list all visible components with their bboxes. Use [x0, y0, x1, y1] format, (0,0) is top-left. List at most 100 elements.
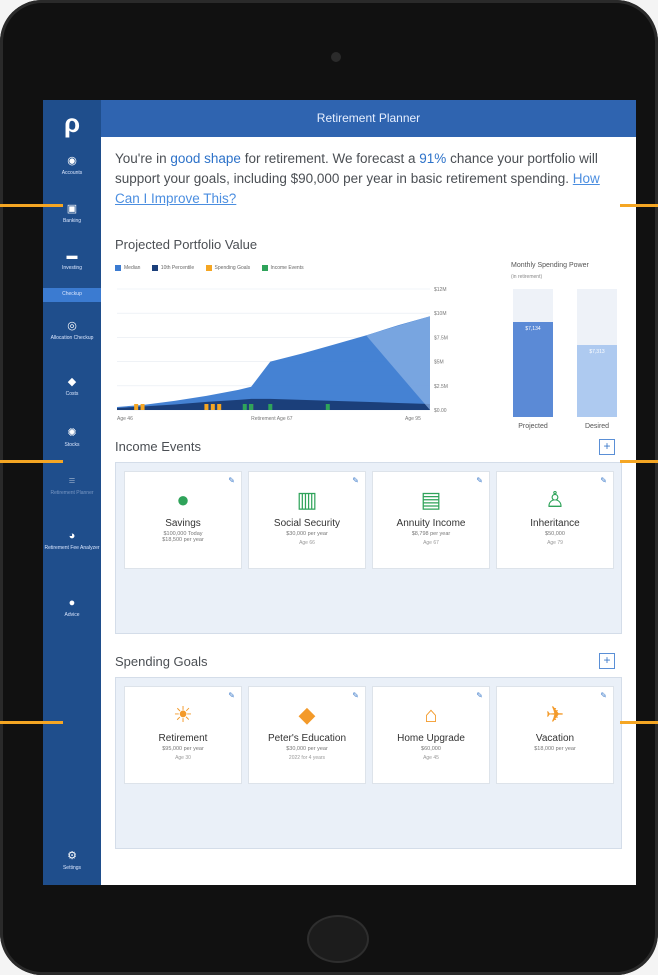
- sidebar-item-costs[interactable]: ◆ Costs: [43, 376, 101, 406]
- income-card-inheritance[interactable]: ✎ ♙ Inheritance $50,000 Age 79: [496, 471, 614, 569]
- add-income-event-button[interactable]: +: [599, 439, 615, 455]
- income-card-annuity[interactable]: ✎ ▤ Annuity Income $8,798 per year Age 6…: [372, 471, 490, 569]
- desired-bar: $7,313: [577, 345, 617, 417]
- callout-pointer: [0, 204, 63, 207]
- income-events-title: Income Events: [115, 439, 201, 454]
- sidebar-item-settings[interactable]: ⚙ Settings: [43, 850, 101, 880]
- tablet-frame: ρ ◉ Accounts ▣ Banking ▬ Investing Check…: [0, 0, 658, 975]
- pie-icon: ◕: [68, 530, 76, 542]
- bank-building-icon: ▥: [296, 487, 318, 512]
- edit-pencil-icon[interactable]: ✎: [600, 691, 607, 700]
- add-spending-goal-button[interactable]: +: [599, 653, 615, 669]
- edit-pencil-icon[interactable]: ✎: [352, 691, 359, 700]
- edit-pencil-icon[interactable]: ✎: [228, 476, 235, 485]
- main-content: You're in good shape for retirement. We …: [101, 137, 636, 885]
- family-icon: ♙: [545, 487, 565, 512]
- sidebar-item-accounts[interactable]: ◉ Accounts: [43, 155, 101, 185]
- edit-pencil-icon[interactable]: ✎: [476, 476, 483, 485]
- callout-pointer: [620, 721, 658, 724]
- projected-value: $7,134: [525, 326, 541, 333]
- goal-card-home-upgrade[interactable]: ✎ ⌂ Home Upgrade $60,000 Age 45: [372, 686, 490, 784]
- callout-pointer: [0, 460, 63, 463]
- income-event-marker: [268, 404, 273, 410]
- cash-icon: ▤: [420, 487, 442, 512]
- income-card-social-security[interactable]: ✎ ▥ Social Security $30,000 per year Age…: [248, 471, 366, 569]
- y-tick-label: $7.5M: [434, 335, 448, 341]
- graduation-cap-icon: ◆: [298, 702, 316, 727]
- portfolio-title: Projected Portfolio Value: [115, 237, 258, 252]
- globe-icon: ✺: [67, 427, 77, 439]
- goal-card-retirement[interactable]: ✎ ☀ Retirement $95,000 per year Age 30: [124, 686, 242, 784]
- edit-pencil-icon[interactable]: ✎: [476, 691, 483, 700]
- desired-value: $7,313: [589, 349, 605, 356]
- sidebar-item-investing[interactable]: ▬ Investing: [43, 250, 101, 280]
- gear-icon: ⚙: [67, 850, 77, 862]
- app-title-bar: Retirement Planner: [101, 100, 636, 137]
- goal-card-vacation[interactable]: ✎ ✈ Vacation $18,000 per year: [496, 686, 614, 784]
- income-event-marker: [325, 404, 330, 410]
- app-screen: ρ ◉ Accounts ▣ Banking ▬ Investing Check…: [43, 100, 636, 885]
- sidebar-item-stocks[interactable]: ✺ Stocks: [43, 427, 101, 457]
- spending-goals-panel: ✎ ☀ Retirement $95,000 per year Age 30 ✎…: [115, 677, 622, 849]
- sidebar-item-retirement-planner[interactable]: ≡ Retirement Planner: [43, 475, 101, 511]
- legend-spending-goals: Spending Goals: [205, 265, 250, 271]
- desired-label: Desired: [584, 423, 610, 430]
- legend-income-events: Income Events: [261, 265, 304, 271]
- desired-bar-track: $7,313: [577, 289, 617, 417]
- bars-icon: ≡: [68, 475, 76, 487]
- folder-icon: ▬: [66, 250, 78, 262]
- callout-pointer: [620, 460, 658, 463]
- edit-pencil-icon[interactable]: ✎: [352, 476, 359, 485]
- callout-pointer: [620, 204, 658, 207]
- spending-goals-title: Spending Goals: [115, 654, 208, 669]
- status-highlight: good shape: [170, 151, 241, 166]
- spending-power-subtitle: (in retirement): [511, 274, 543, 280]
- logo-icon[interactable]: ρ: [57, 108, 87, 138]
- target-icon: ◎: [67, 320, 77, 332]
- sidebar-item-banking[interactable]: ▣ Banking: [43, 203, 101, 233]
- house-icon: ⌂: [424, 702, 438, 727]
- edit-pencil-icon[interactable]: ✎: [228, 691, 235, 700]
- spending-power-title: Monthly Spending Power: [511, 262, 589, 269]
- income-event-marker: [249, 404, 254, 410]
- sidebar-item-checkup[interactable]: Checkup: [43, 288, 101, 302]
- callout-pointer: [0, 721, 63, 724]
- y-tick-label: $5M: [434, 360, 444, 366]
- legend-median: Median: [115, 265, 140, 271]
- camera-icon: [331, 52, 341, 62]
- portfolio-chart: Age 46 Retirement Age 67 Age 95 $12M $10M $7.…: [117, 287, 448, 422]
- legend-10th-percentile: 10th Percentile: [151, 265, 194, 271]
- x-tick-label: Age 95: [405, 416, 421, 422]
- sidebar-item-allocation-checkup[interactable]: ◎ Allocation Checkup: [43, 320, 101, 356]
- x-tick-label: Age 46: [117, 416, 133, 422]
- projected-label: Projected: [518, 423, 548, 430]
- goal-card-education[interactable]: ✎ ◆ Peter's Education $30,000 per year 2…: [248, 686, 366, 784]
- app-title: Retirement Planner: [316, 111, 421, 125]
- forecast-percentage: 91%: [419, 151, 447, 166]
- y-tick-label: $2.5M: [434, 384, 448, 390]
- y-tick-label: $10M: [434, 311, 447, 317]
- home-button[interactable]: [307, 915, 369, 963]
- spending-power-bars: $7,134 Projected $7,313 Desired: [499, 289, 634, 444]
- projected-bar: $7,134: [513, 322, 553, 417]
- spending-goal-marker: [204, 404, 209, 410]
- sidebar-item-advice[interactable]: ● Advice: [43, 597, 101, 627]
- edit-pencil-icon[interactable]: ✎: [600, 476, 607, 485]
- income-event-marker: [242, 404, 247, 410]
- spending-goal-marker: [140, 404, 145, 410]
- y-tick-label: $12M: [434, 287, 447, 293]
- airplane-icon: ✈: [545, 702, 565, 727]
- spending-goal-marker: [217, 404, 222, 410]
- projected-bar-track: $7,134: [513, 289, 553, 417]
- island-icon: ☀: [173, 702, 193, 727]
- income-card-savings[interactable]: ✎ ● Savings $100,000 Today $18,500 per y…: [124, 471, 242, 569]
- y-tick-label: $0.00: [434, 408, 447, 414]
- piggy-bank-icon: ●: [176, 487, 190, 512]
- sidebar: ρ ◉ Accounts ▣ Banking ▬ Investing Check…: [43, 100, 101, 885]
- lightbulb-icon: ●: [68, 597, 76, 609]
- x-tick-label: Retirement Age 67: [251, 416, 293, 422]
- sidebar-item-fee-analyzer[interactable]: ◕ Retirement Fee Analyzer: [43, 530, 101, 570]
- tag-icon: ◆: [67, 376, 77, 388]
- retirement-summary: You're in good shape for retirement. We …: [115, 151, 600, 206]
- spending-goal-marker: [134, 404, 139, 410]
